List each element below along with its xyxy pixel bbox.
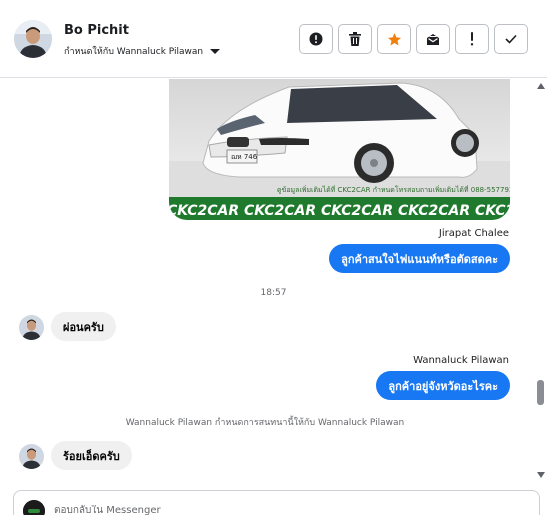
scroll-up-arrow-icon[interactable] <box>537 83 545 89</box>
mark-unread-icon <box>427 33 439 45</box>
outgoing-message[interactable]: ลูกค้าสนใจไฟแนนท์หรือตัดสดคะ <box>329 244 510 273</box>
sender-avatar[interactable] <box>19 444 44 469</box>
car-photo-attachment[interactable]: ฌห 746 ดูข้อมูลเพิ่มเติมได้ที่ CKC2CAR ก… <box>169 79 510 220</box>
message-sender-name: Wannaluck Pilawan <box>413 355 509 366</box>
incoming-message[interactable]: ร้อยเอ็ดครับ <box>51 441 132 470</box>
reply-input[interactable] <box>54 505 454 515</box>
system-assignment-note: Wannaluck Pilawan กำหนดการสนทนานี้ให้กับ… <box>125 418 405 428</box>
conversation-header: Bo Pichit กำหนดให้กับ Wannaluck Pilawan <box>0 0 547 78</box>
message-list[interactable]: ฌห 746 ดูข้อมูลเพิ่มเติมได้ที่ CKC2CAR ก… <box>0 79 547 483</box>
reply-composer[interactable] <box>13 490 540 515</box>
mark-spam-button[interactable] <box>299 24 333 54</box>
contact-avatar[interactable] <box>14 20 52 58</box>
chevron-down-icon <box>210 49 221 54</box>
scrollbar-thumb[interactable] <box>537 380 544 405</box>
scrollbar-track[interactable] <box>534 79 547 483</box>
exclamation-icon <box>470 32 474 46</box>
sender-avatar[interactable] <box>19 315 44 340</box>
photo-watermark-text: CKC2CAR CKC2CAR CKC2CAR CKC2CAR CKC2CAR <box>169 203 510 219</box>
mark-unread-button[interactable] <box>416 24 450 54</box>
thread-actions-toolbar <box>299 24 528 54</box>
contact-name[interactable]: Bo Pichit <box>64 23 129 38</box>
check-icon <box>505 34 517 44</box>
star-icon <box>387 32 401 45</box>
license-plate-text: ฌห 746 <box>231 153 258 161</box>
message-sender-name: Jirapat Chalee <box>438 228 509 239</box>
photo-banner-text: ดูข้อมูลเพิ่มเติมได้ที่ CKC2CAR กำหนดโทร… <box>277 185 510 194</box>
follow-up-button[interactable] <box>455 24 489 54</box>
alert-circle-icon <box>309 32 323 46</box>
outgoing-message[interactable]: ลูกค้าอยู่จังหวัดอะไรคะ <box>376 371 510 400</box>
message-timestamp: 18:57 <box>260 288 287 298</box>
delete-button[interactable] <box>338 24 372 54</box>
assignee-label: กำหนดให้กับ Wannaluck Pilawan <box>64 47 204 57</box>
page-avatar-icon <box>23 500 45 515</box>
scroll-down-arrow-icon[interactable] <box>537 472 545 478</box>
messenger-inbox-thread: Bo Pichit กำหนดให้กับ Wannaluck Pilawan <box>0 0 547 515</box>
incoming-message[interactable]: ผ่อนครับ <box>51 312 116 341</box>
assignee-dropdown[interactable]: กำหนดให้กับ Wannaluck Pilawan <box>64 44 221 58</box>
trash-icon <box>349 32 361 46</box>
mark-done-button[interactable] <box>494 24 528 54</box>
star-button[interactable] <box>377 24 411 54</box>
